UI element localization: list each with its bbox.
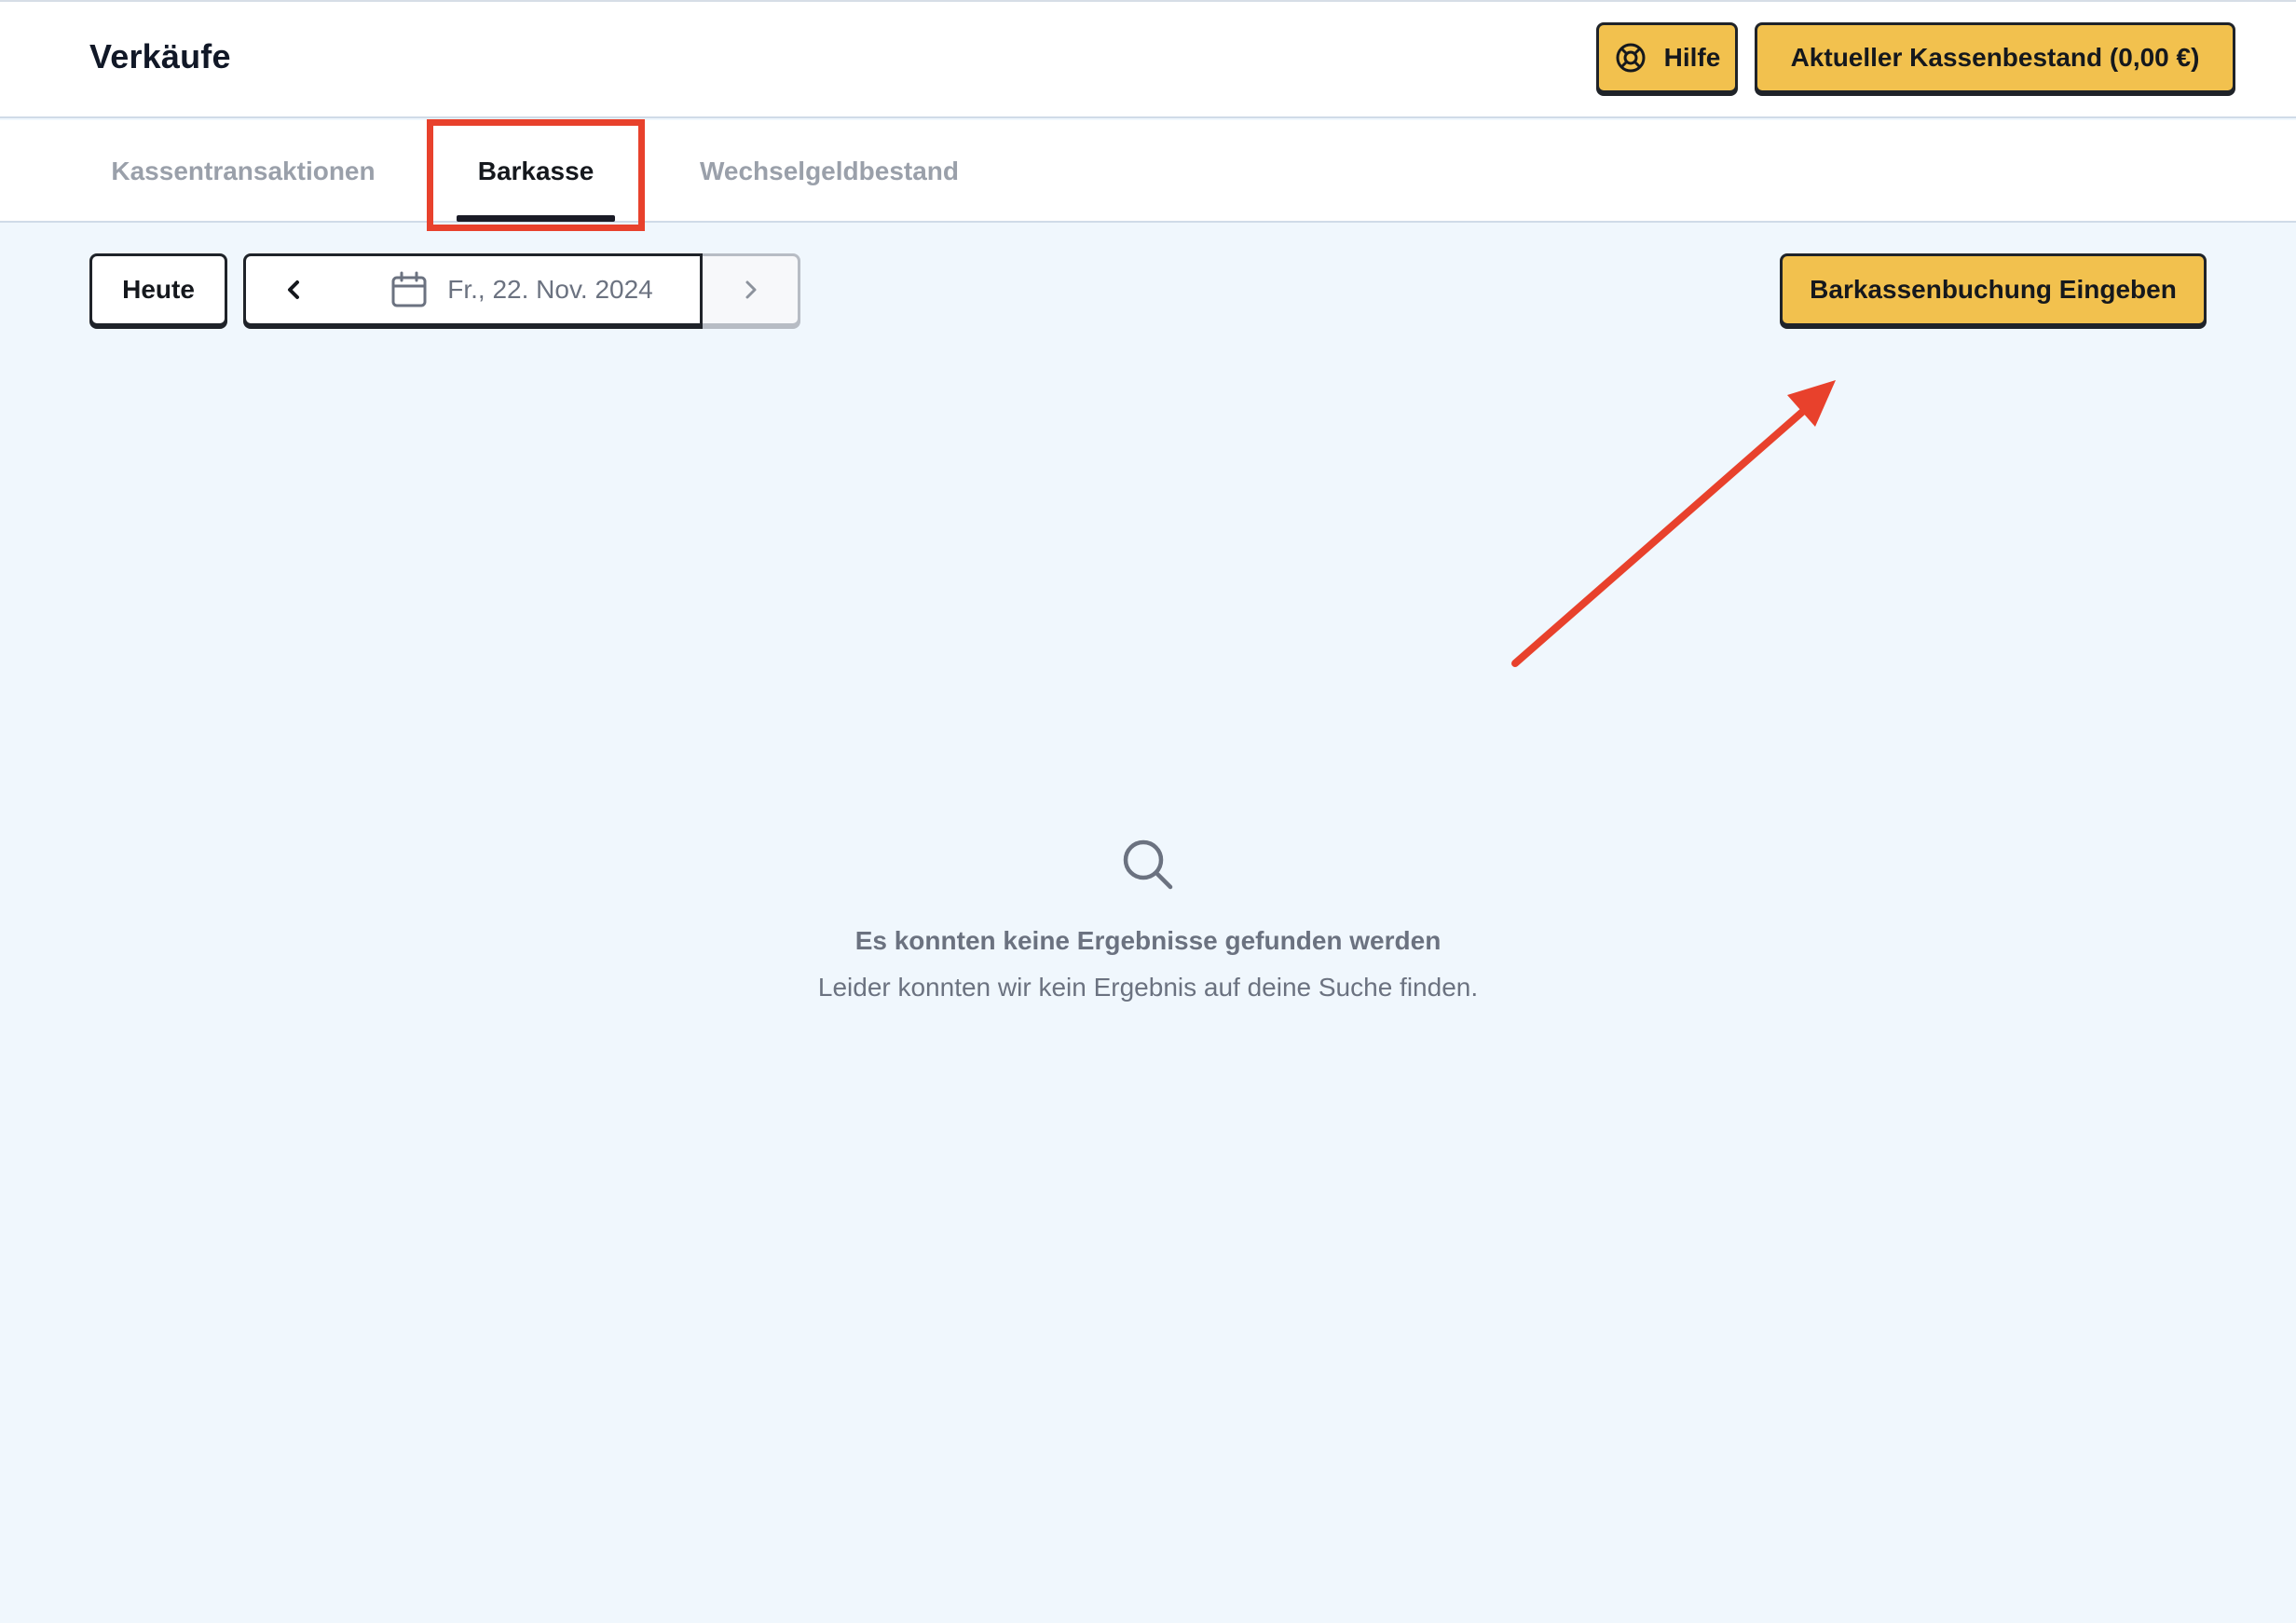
previous-day-button[interactable] [243,253,346,326]
cash-booking-button[interactable]: Barkassenbuchung Eingeben [1780,253,2207,326]
annotation-highlight-box [427,119,645,231]
today-button[interactable]: Heute [89,253,227,326]
date-picker[interactable]: Fr., 22. Nov. 2024 [343,253,703,326]
top-header: Verkäufe Hilfe Aktueller Kassenbestand (… [0,0,2296,118]
empty-state: Es konnten keine Ergebnisse gefunden wer… [589,837,1707,1002]
today-button-label: Heute [122,275,195,304]
annotation-arrow [1511,380,1836,667]
tab-bar: Kassentransaktionen Barkasse Wechselgeld… [0,120,2296,223]
chevron-right-icon [745,280,757,299]
empty-state-title: Es konnten keine Ergebnisse gefunden wer… [854,926,1442,955]
tab-wechselgeldbestand[interactable]: Wechselgeldbestand [680,120,978,223]
help-button[interactable]: Hilfe [1596,22,1738,93]
cash-booking-label: Barkassenbuchung Eingeben [1810,275,2177,304]
date-navigator: Fr., 22. Nov. 2024 [243,253,800,326]
page: Verkäufe Hilfe Aktueller Kassenbestand (… [0,0,2296,1623]
tab-kassentransaktionen[interactable]: Kassentransaktionen [93,120,393,223]
cash-balance-button[interactable]: Aktueller Kassenbestand (0,00 €) [1755,22,2235,93]
page-title: Verkäufe [89,37,231,75]
cash-balance-label: Aktueller Kassenbestand (0,00 €) [1790,43,2200,72]
help-button-label: Hilfe [1663,43,1721,72]
next-day-button[interactable] [703,253,800,326]
search-icon [1123,839,1173,890]
chevron-left-icon [288,280,299,299]
empty-state-subtitle: Leider konnten wir kein Ergebnis auf dei… [817,973,1479,1002]
calendar-icon [391,271,427,307]
date-value: Fr., 22. Nov. 2024 [447,275,653,304]
lifebuoy-icon [1616,43,1646,73]
